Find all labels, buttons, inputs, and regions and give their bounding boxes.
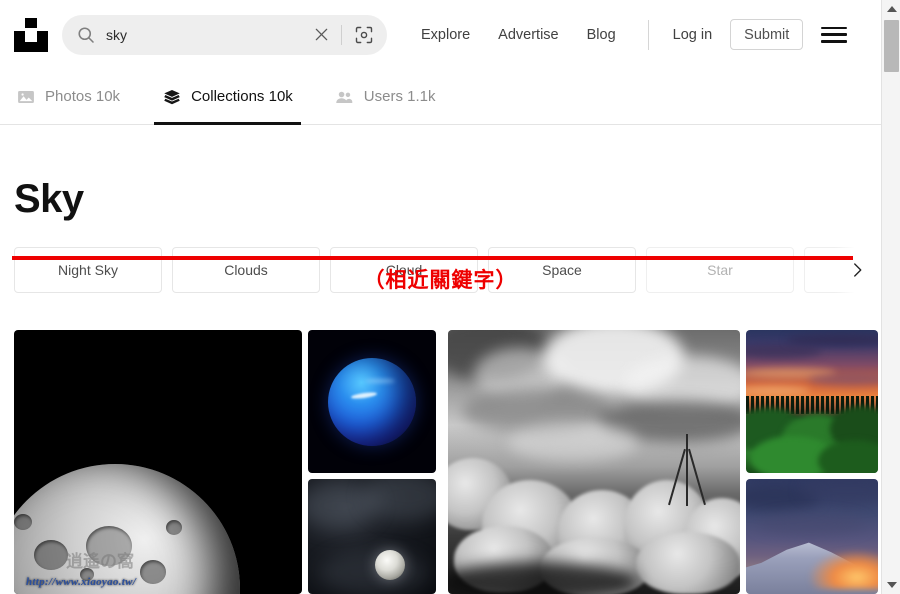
tab-users-label: Users 1.1k [363, 88, 436, 105]
clear-search-button[interactable] [308, 22, 334, 48]
search-input[interactable] [106, 26, 308, 43]
search-divider [341, 24, 342, 45]
neptune-photo-canvas [308, 330, 436, 473]
layers-stack-icon [162, 87, 181, 106]
primary-nav: Explore Advertise Blog Log in Submit [421, 19, 867, 50]
tab-collections[interactable]: Collections 10k [154, 69, 301, 125]
page-viewport: Explore Advertise Blog Log in Submit [0, 0, 881, 594]
search-bar[interactable] [62, 14, 387, 55]
hamburger-bar-3 [821, 40, 848, 43]
moon-in-haze-photo[interactable] [308, 479, 436, 594]
dusk-mountain-photo[interactable] [746, 479, 878, 594]
small-moon [374, 550, 405, 581]
nav-link-advertise[interactable]: Advertise [498, 27, 558, 43]
logo-cap [25, 17, 37, 28]
hamburger-menu-icon[interactable] [821, 24, 848, 46]
nav-divider [647, 19, 649, 50]
sunset-glow [809, 550, 878, 590]
neptune-cloud-streak [350, 390, 378, 400]
photo-watermark-url: http://www.xiaoyao.tw/ [26, 576, 137, 588]
nav-link-explore[interactable]: Explore [421, 27, 470, 43]
visual-search-icon [355, 26, 373, 43]
vertical-scrollbar[interactable] [881, 0, 900, 594]
neptune-planet-photo[interactable] [308, 330, 436, 473]
left-thumb-stack [308, 330, 436, 594]
nav-link-blog[interactable]: Blog [587, 27, 616, 43]
tab-photos[interactable]: Photos 10k [14, 69, 122, 125]
dusk-photo-canvas [746, 479, 878, 594]
scroll-up-arrow-icon[interactable] [882, 0, 900, 18]
logo-notch [25, 30, 37, 42]
photo-icon [16, 87, 35, 106]
collection-grid: 逍遙の窩 http://www.xiaoyao.tw/ [0, 330, 881, 594]
site-header: Explore Advertise Blog Log in Submit [0, 0, 881, 69]
annotation-underline [12, 256, 853, 260]
browser-window: Explore Advertise Blog Log in Submit [0, 0, 900, 594]
submit-button[interactable]: Submit [730, 19, 804, 50]
visual-search-button[interactable] [349, 20, 379, 50]
bw-photo-canvas [448, 330, 740, 594]
page-title: Sky [14, 176, 84, 221]
black-and-white-clouds-photo[interactable] [448, 330, 740, 594]
neptune-sphere [328, 357, 416, 446]
collection-card-right[interactable] [448, 330, 878, 594]
scrollbar-thumb[interactable] [884, 20, 899, 72]
right-thumb-stack [746, 330, 878, 594]
tab-users[interactable]: Users 1.1k [333, 69, 438, 125]
moon-photo-canvas: 逍遙の窩 http://www.xiaoyao.tw/ [14, 330, 302, 594]
login-link[interactable]: Log in [673, 27, 713, 43]
hamburger-bar-2 [821, 33, 848, 36]
search-icon [78, 26, 94, 43]
tab-collections-label: Collections 10k [191, 88, 293, 105]
hamburger-bar-1 [821, 26, 848, 29]
scroll-up-triangle [886, 6, 897, 12]
moon-disc [14, 464, 240, 594]
users-icon [335, 87, 354, 106]
moon-closeup-photo[interactable]: 逍遙の窩 http://www.xiaoyao.tw/ [14, 330, 302, 594]
haze-photo-canvas [308, 479, 436, 594]
result-tabs: Photos 10k Collections 10k Users 1.1k [0, 69, 881, 125]
annotation-text: （相近關鍵字） [363, 268, 518, 292]
scroll-down-triangle [886, 582, 897, 588]
unsplash-logo-icon[interactable] [14, 17, 48, 52]
scroll-down-arrow-icon[interactable] [882, 576, 900, 594]
close-x-icon [315, 28, 327, 41]
photo-watermark-logo: 逍遙の窩 [66, 552, 134, 572]
neptune-band [364, 378, 395, 383]
collection-card-left[interactable]: 逍遙の窩 http://www.xiaoyao.tw/ [14, 330, 436, 594]
sunset-forest-photo[interactable] [746, 330, 878, 473]
sunset-photo-canvas [746, 330, 878, 473]
tab-photos-label: Photos 10k [45, 88, 121, 105]
